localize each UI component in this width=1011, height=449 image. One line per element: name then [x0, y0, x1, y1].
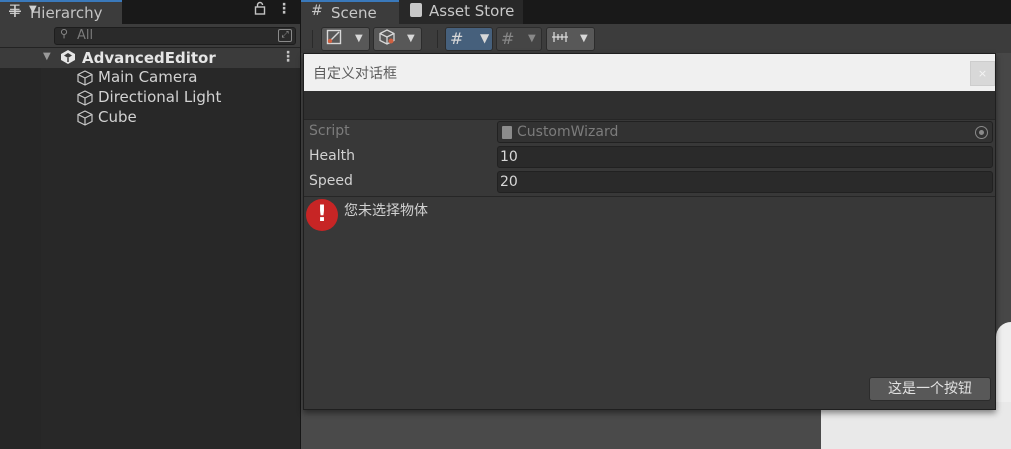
- unity-scene-icon: [60, 49, 76, 69]
- speed-field[interactable]: 20: [497, 171, 993, 193]
- expand-arrow-icon[interactable]: ▼: [43, 51, 51, 62]
- script-value: CustomWizard: [517, 124, 619, 140]
- tab-hierarchy-label: Hierarchy: [30, 4, 103, 22]
- tab-asset-store-label: Asset Store: [429, 2, 515, 20]
- render-mode-button[interactable]: ▼: [373, 27, 422, 51]
- error-message: 您未选择物体: [344, 203, 428, 219]
- error-icon: !: [306, 199, 338, 231]
- close-button[interactable]: ×: [970, 61, 995, 86]
- toolbar-grip: [437, 30, 438, 48]
- hierarchy-item-label: Main Camera: [98, 68, 198, 86]
- toolbar-grip: [312, 30, 313, 48]
- dialog-header-band: [304, 91, 995, 120]
- gameobject-cube-icon: [77, 70, 93, 86]
- ruler-button[interactable]: ▼: [546, 27, 595, 51]
- cube-render-icon: [378, 29, 396, 49]
- chevron-down-icon: ▼: [528, 33, 536, 44]
- custom-dialog: 自定义对话框 × Script CustomWizard Health 10 S…: [303, 53, 996, 410]
- gameobject-cube-icon: [77, 90, 93, 106]
- increment-snap-button[interactable]: # ▼: [496, 27, 542, 51]
- tab-scene-label: Scene: [331, 4, 377, 22]
- divider: [304, 196, 995, 197]
- script-label: Script: [309, 123, 350, 139]
- draw-mode-icon: [326, 29, 342, 49]
- chevron-down-icon: ▼: [480, 31, 490, 45]
- chevron-down-icon: ▼: [355, 33, 363, 44]
- object-picker-icon[interactable]: [975, 126, 988, 139]
- scene-skybox-edge: [996, 322, 1011, 402]
- grid-snap-button[interactable]: # ▼: [445, 27, 493, 51]
- chevron-down-icon[interactable]: ▼: [29, 4, 37, 15]
- hierarchy-search-input[interactable]: ⚲ All ⤢: [54, 27, 296, 45]
- scene-menu-icon[interactable]: ⋮: [281, 49, 295, 65]
- hierarchy-scene-row[interactable]: ▼ AdvancedEditor ⋮: [0, 48, 300, 68]
- draw-mode-button[interactable]: ▼: [321, 27, 370, 51]
- tab-asset-store[interactable]: Asset Store: [399, 0, 523, 24]
- search-mode-icon[interactable]: ⤢: [278, 29, 292, 42]
- hierarchy-item[interactable]: Directional Light: [76, 88, 296, 108]
- dialog-titlebar[interactable]: 自定义对话框: [304, 54, 995, 91]
- hierarchy-menu-icon[interactable]: ⋮: [277, 1, 291, 17]
- shopping-bag-icon: [410, 3, 422, 17]
- dialog-action-button[interactable]: 这是一个按钮: [869, 377, 991, 401]
- gameobject-cube-icon: [77, 110, 93, 126]
- tab-scene[interactable]: # Scene: [301, 0, 399, 24]
- scene-grid-icon: #: [311, 3, 323, 19]
- hierarchy-scene-strip: [0, 48, 41, 449]
- search-placeholder: All: [77, 28, 94, 43]
- health-label: Health: [309, 148, 355, 164]
- chevron-down-icon: ▼: [407, 33, 415, 44]
- add-object-button[interactable]: +: [7, 1, 23, 21]
- scene-name: AdvancedEditor: [82, 49, 216, 67]
- snap-grid-icon: #: [501, 29, 515, 48]
- speed-label: Speed: [309, 173, 353, 189]
- dialog-title: 自定义对话框: [313, 66, 397, 82]
- hierarchy-item[interactable]: Main Camera: [76, 68, 296, 88]
- health-field[interactable]: 10: [497, 146, 993, 168]
- hierarchy-item-label: Cube: [98, 108, 137, 126]
- ruler-icon: [551, 29, 569, 49]
- chevron-down-icon: ▼: [580, 33, 588, 44]
- script-field: CustomWizard: [497, 121, 993, 143]
- health-value[interactable]: 10: [500, 149, 518, 165]
- hierarchy-item[interactable]: Cube: [76, 108, 296, 128]
- grid-icon: #: [450, 29, 464, 48]
- lock-icon[interactable]: [254, 1, 266, 19]
- divider: [304, 119, 995, 120]
- search-icon: ⚲: [60, 27, 69, 40]
- hierarchy-item-label: Directional Light: [98, 88, 222, 106]
- speed-value[interactable]: 20: [500, 174, 518, 190]
- script-file-icon: [502, 126, 512, 139]
